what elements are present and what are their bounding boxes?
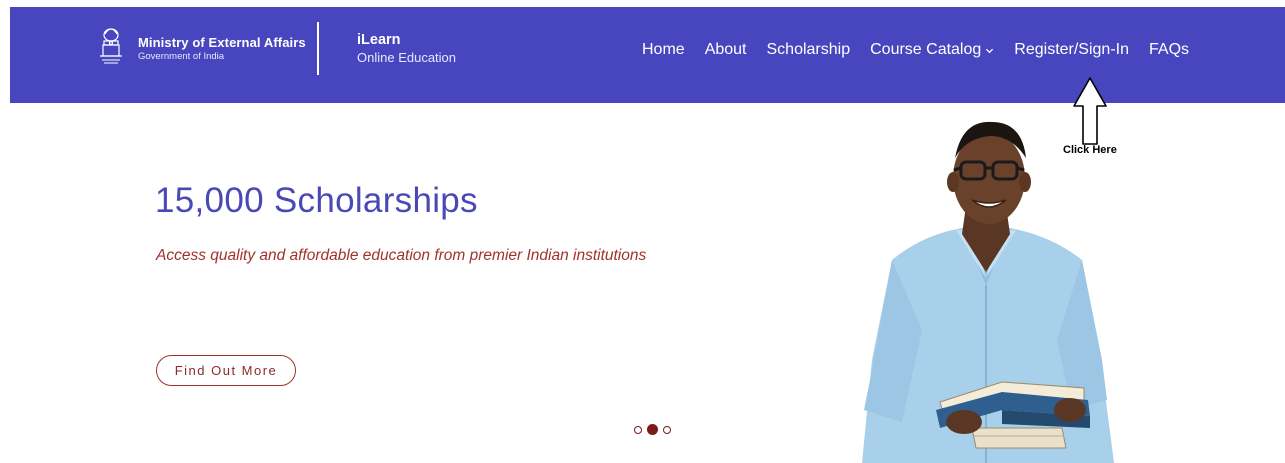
carousel-dot-1[interactable] <box>634 425 642 434</box>
nav-scholarship-link[interactable]: Scholarship <box>767 41 851 59</box>
hero-title: 15,000 Scholarships <box>155 181 478 220</box>
hero-subtitle: Access quality and affordable education … <box>156 247 647 264</box>
org-title[interactable]: Ministry of External Affairs <box>138 35 306 50</box>
carousel-indicators <box>634 424 676 435</box>
hero-student-image <box>862 121 1114 463</box>
nav-faqs-link[interactable]: FAQs <box>1149 41 1189 59</box>
click-here-annotation: Click Here <box>1063 144 1117 156</box>
nav-course-catalog-label: Course Catalog <box>870 41 982 58</box>
chevron-down-icon <box>986 48 994 53</box>
up-arrow-outline-icon <box>1073 77 1107 145</box>
carousel-dot-3[interactable] <box>663 425 671 434</box>
nav-about-link[interactable]: About <box>705 41 747 59</box>
national-emblem-icon <box>100 28 122 64</box>
org-subtitle: Government of India <box>138 51 225 62</box>
header-divider <box>317 22 319 75</box>
find-out-more-button[interactable]: Find Out More <box>156 355 296 386</box>
brand-title[interactable]: iLearn <box>357 32 401 48</box>
brand-subtitle: Online Education <box>357 50 457 65</box>
nav-course-catalog-dropdown[interactable]: Course Catalog <box>870 41 994 59</box>
main-nav: Home About Scholarship Course Catalog Re… <box>642 39 1189 61</box>
nav-home-link[interactable]: Home <box>642 41 685 59</box>
carousel-dot-2-active[interactable] <box>647 424 658 435</box>
nav-register-signin-link[interactable]: Register/Sign-In <box>1014 41 1129 59</box>
